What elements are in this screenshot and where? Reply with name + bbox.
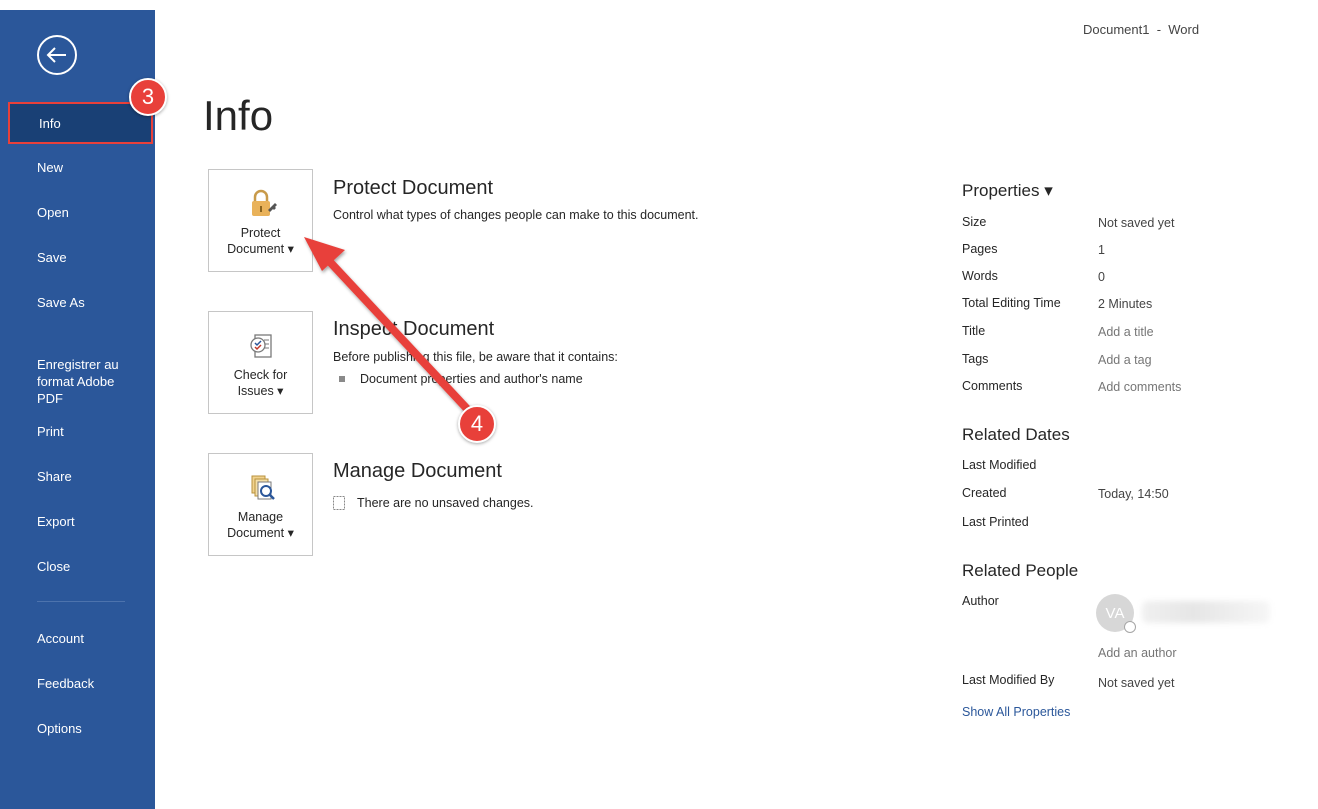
nav-print-label: Print — [37, 424, 64, 439]
prop-comments-field[interactable]: Add comments — [1098, 380, 1181, 394]
back-arrow-icon — [46, 47, 66, 63]
back-button[interactable] — [37, 35, 77, 75]
show-all-properties-link[interactable]: Show All Properties — [962, 705, 1070, 719]
protect-document-description: Control what types of changes people can… — [333, 208, 699, 222]
nav-open-label: Open — [37, 205, 69, 220]
author-name-redacted — [1142, 601, 1270, 623]
prop-label-created: Created — [962, 486, 1007, 500]
manage-document-description: There are no unsaved changes. — [357, 496, 534, 510]
step-3-badge: 3 — [129, 78, 167, 116]
document-status-icon — [333, 496, 345, 510]
related-dates-heading: Related Dates — [962, 425, 1070, 444]
manage-tile-label-1: Manage — [237, 510, 284, 524]
nav-info[interactable]: Info — [8, 102, 153, 144]
prop-label-pages: Pages — [962, 242, 998, 256]
prop-value-last-modified-by: Not saved yet — [1098, 676, 1175, 690]
author-initials: VA — [1105, 604, 1125, 622]
top-strip — [0, 0, 155, 10]
nav-new[interactable]: New — [10, 159, 150, 176]
inspect-document-title: Inspect Document — [333, 318, 495, 340]
nav-info-label: Info — [39, 115, 61, 131]
properties-dropdown[interactable]: Properties ▾ — [962, 181, 1053, 201]
protect-document-title: Protect Document — [333, 177, 494, 199]
nav-save-adobe-pdf-label: Enregistrer au format Adobe PDF — [37, 357, 119, 406]
inspect-tile-label-2: Issues ▾ — [237, 384, 284, 398]
nav-account[interactable]: Account — [10, 630, 150, 647]
prop-label-tags: Tags — [962, 352, 989, 366]
prop-value-pages: 1 — [1098, 243, 1105, 257]
nav-export[interactable]: Export — [10, 513, 150, 530]
nav-share-label: Share — [37, 469, 72, 484]
nav-save-as-label: Save As — [37, 295, 85, 310]
inspect-bullet-text: Document properties and author's name — [360, 372, 583, 386]
protect-tile-label-2: Document ▾ — [227, 242, 294, 256]
protect-tile-label-1: Protect — [240, 226, 281, 240]
inspect-bullet-item: Document properties and author's name — [339, 372, 583, 386]
prop-value-editing-time: 2 Minutes — [1098, 297, 1153, 311]
prop-label-last-modified-by: Last Modified By — [962, 673, 1055, 687]
nav-account-label: Account — [37, 631, 84, 646]
manage-document-button[interactable]: Manage Document ▾ — [208, 453, 313, 556]
add-author-link[interactable]: Add an author — [1098, 646, 1177, 660]
nav-save-as[interactable]: Save As — [10, 294, 150, 311]
check-for-issues-button[interactable]: Check for Issues ▾ — [208, 311, 313, 414]
nav-options-label: Options — [37, 721, 82, 736]
prop-value-size: Not saved yet — [1098, 216, 1175, 230]
nav-new-label: New — [37, 160, 64, 175]
nav-export-label: Export — [37, 514, 75, 529]
prop-tags-field[interactable]: Add a tag — [1098, 353, 1152, 367]
prop-label-editing-time: Total Editing Time — [962, 296, 1061, 310]
prop-label-title: Title — [962, 324, 986, 338]
manage-document-status: There are no unsaved changes. — [333, 496, 534, 510]
prop-label-size: Size — [962, 215, 987, 229]
protect-document-button[interactable]: Protect Document ▾ — [208, 169, 313, 272]
lock-key-icon — [252, 189, 277, 216]
nav-open[interactable]: Open — [10, 204, 150, 221]
nav-save-label: Save — [37, 250, 67, 265]
bullet-square-icon — [339, 376, 345, 382]
page-title: Info — [203, 92, 274, 139]
backstage-sidebar: Info New Open Save Save As Enregistrer a… — [0, 0, 155, 809]
nav-share[interactable]: Share — [10, 468, 150, 485]
presence-status-icon — [1124, 621, 1136, 633]
nav-close[interactable]: Close — [10, 558, 150, 575]
nav-print[interactable]: Print — [10, 423, 150, 440]
nav-save-adobe-pdf[interactable]: Enregistrer au format Adobe PDF — [10, 339, 150, 407]
nav-options[interactable]: Options — [10, 720, 150, 737]
manage-document-icon — [251, 475, 275, 500]
prop-label-comments: Comments — [962, 379, 1023, 393]
inspect-document-description: Before publishing this file, be aware th… — [333, 350, 618, 364]
sidebar-divider — [37, 601, 125, 602]
manage-document-title: Manage Document — [333, 460, 502, 482]
nav-feedback-label: Feedback — [37, 676, 95, 691]
nav-close-label: Close — [37, 559, 71, 574]
prop-title-field[interactable]: Add a title — [1098, 325, 1154, 339]
prop-label-words: Words — [962, 269, 998, 283]
inspect-tile-label-1: Check for — [233, 368, 288, 382]
step-4-badge: 4 — [458, 405, 496, 443]
prop-label-last-modified: Last Modified — [962, 458, 1037, 472]
nav-save[interactable]: Save — [10, 249, 150, 266]
inspect-document-icon — [250, 334, 272, 358]
manage-tile-label-2: Document ▾ — [227, 526, 294, 540]
prop-label-author: Author — [962, 594, 999, 608]
prop-value-words: 0 — [1098, 270, 1105, 284]
prop-label-last-printed: Last Printed — [962, 515, 1029, 529]
nav-feedback[interactable]: Feedback — [10, 675, 150, 692]
related-people-heading: Related People — [962, 561, 1079, 580]
prop-value-created: Today, 14:50 — [1098, 487, 1169, 501]
window-title: Document1 - Word — [1083, 22, 1200, 37]
